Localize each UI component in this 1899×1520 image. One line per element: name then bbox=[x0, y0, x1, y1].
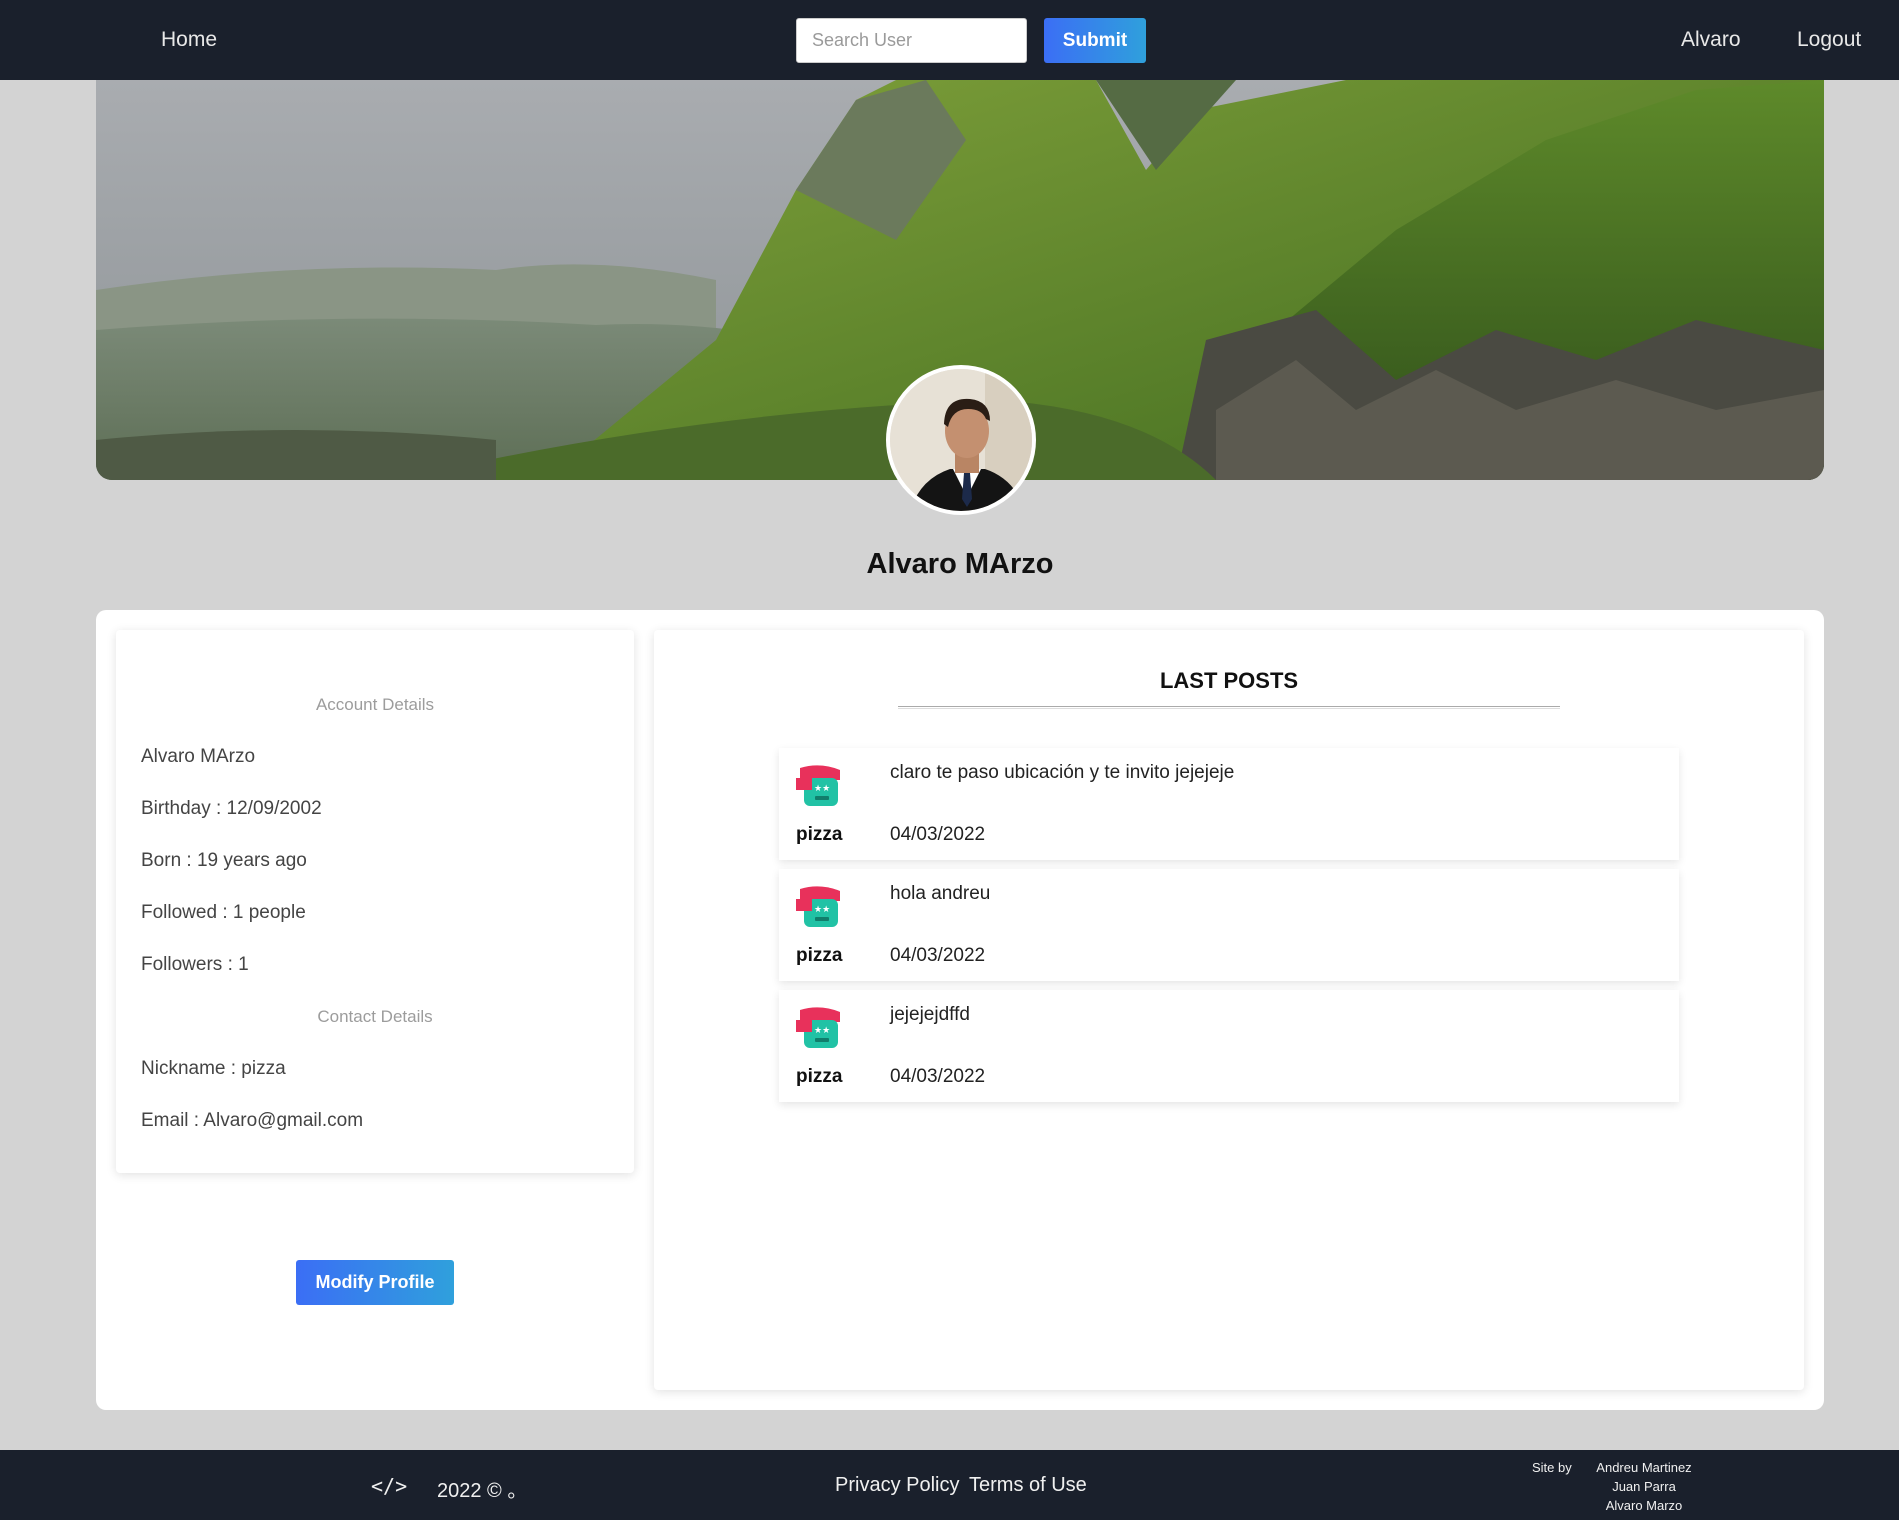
main-panel: Account Details Alvaro MArzo Birthday : … bbox=[96, 610, 1824, 1410]
footer-copyright: 2022 © 。 bbox=[437, 1480, 528, 1502]
detail-full-name: Alvaro MArzo bbox=[141, 746, 256, 767]
profile-name: Alvaro MArzo bbox=[866, 548, 1054, 580]
post-avatar-icon: ★★ bbox=[796, 886, 840, 927]
privacy-policy-link[interactable]: Privacy Policy bbox=[835, 1474, 959, 1497]
post-avatar-icon: ★★ bbox=[796, 1007, 840, 1048]
credit-name: Juan Parra bbox=[1612, 1479, 1676, 1494]
post-text: claro te paso ubicación y te invito jeje… bbox=[890, 762, 1235, 783]
post-date: 04/03/2022 bbox=[890, 824, 986, 845]
svg-text:★★: ★★ bbox=[814, 905, 830, 915]
detail-born: Born : 19 years ago bbox=[141, 850, 307, 871]
detail-email: Email : Alvaro@gmail.com bbox=[141, 1110, 364, 1131]
nav-home-link[interactable]: Home bbox=[161, 28, 217, 52]
post-username[interactable]: pizza bbox=[796, 945, 842, 967]
post-item[interactable]: ★★ claro te paso ubicación y te invito j… bbox=[779, 748, 1679, 860]
post-username[interactable]: pizza bbox=[796, 1066, 842, 1088]
navbar: Home Submit Alvaro Logout bbox=[0, 0, 1899, 80]
credit-name: Alvaro Marzo bbox=[1605, 1498, 1683, 1513]
post-date: 04/03/2022 bbox=[890, 1066, 986, 1087]
footer: </> 2022 © 。 Privacy Policy Terms of Use… bbox=[0, 1450, 1899, 1520]
post-date: 04/03/2022 bbox=[890, 945, 986, 966]
code-icon: </> bbox=[371, 1474, 408, 1498]
post-avatar-icon: ★★ bbox=[796, 765, 840, 806]
details-card: Account Details Alvaro MArzo Birthday : … bbox=[116, 630, 634, 1173]
posts-title: LAST POSTS bbox=[1159, 668, 1299, 693]
modify-profile-button[interactable]: Modify Profile bbox=[296, 1260, 454, 1305]
posts-card: LAST POSTS ★★ claro te paso ubicación y … bbox=[654, 630, 1804, 1390]
post-item[interactable]: ★★ jejejejdffd pizza 04/03/2022 bbox=[779, 990, 1679, 1102]
detail-birthday: Birthday : 12/09/2002 bbox=[141, 798, 322, 819]
account-details-heading: Account Details bbox=[315, 695, 435, 714]
posts-divider bbox=[898, 706, 1560, 709]
svg-text:★★: ★★ bbox=[814, 1026, 830, 1036]
post-text: jejejejdffd bbox=[890, 1004, 970, 1025]
credits-label: Site by bbox=[1532, 1460, 1572, 1475]
detail-followers: Followers : 1 bbox=[141, 954, 249, 975]
detail-nickname: Nickname : pizza bbox=[141, 1058, 286, 1079]
post-text: hola andreu bbox=[890, 883, 991, 904]
detail-followed: Followed : 1 people bbox=[141, 902, 306, 923]
svg-text:★★: ★★ bbox=[814, 784, 830, 794]
post-item[interactable]: ★★ hola andreu pizza 04/03/2022 bbox=[779, 869, 1679, 981]
footer-credits: Site by Andreu Martinez Juan Parra Alvar… bbox=[1532, 1458, 1704, 1515]
nav-user-link[interactable]: Alvaro bbox=[1681, 28, 1741, 52]
logout-link[interactable]: Logout bbox=[1797, 28, 1861, 52]
profile-avatar bbox=[886, 365, 1036, 515]
submit-button[interactable]: Submit bbox=[1044, 18, 1146, 63]
credit-name: Andreu Martinez bbox=[1596, 1460, 1692, 1475]
contact-details-heading: Contact Details bbox=[317, 1007, 433, 1026]
search-user-input[interactable] bbox=[796, 18, 1027, 63]
post-username[interactable]: pizza bbox=[796, 824, 842, 846]
terms-of-use-link[interactable]: Terms of Use bbox=[969, 1474, 1087, 1497]
